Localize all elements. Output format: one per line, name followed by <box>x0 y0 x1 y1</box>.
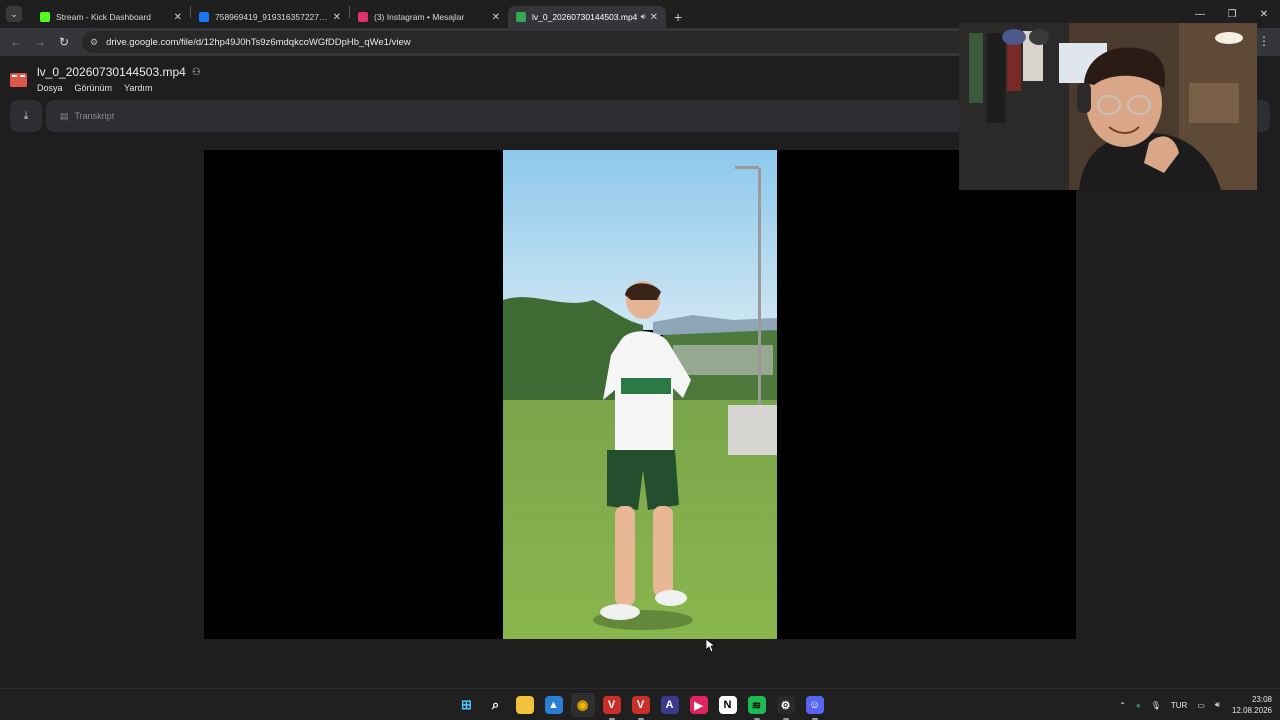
photos-icon[interactable]: ▲ <box>542 693 566 717</box>
network-icon[interactable]: ▭ <box>1197 701 1205 710</box>
webcam-overlay <box>959 23 1257 190</box>
volume-icon[interactable]: 🔊︎ <box>1215 700 1220 710</box>
url-text: drive.google.com/file/d/12hp49J0hTs9z6md… <box>106 36 411 48</box>
video-frame-image <box>503 150 777 639</box>
download-icon: ⤓ <box>23 109 29 122</box>
windows-start-icon-glyph: ⊞ <box>461 697 472 712</box>
instagram-icon <box>358 12 368 22</box>
menu-help[interactable]: Yardım <box>124 83 152 93</box>
new-tab-button[interactable]: + <box>674 9 682 25</box>
video-player[interactable] <box>204 150 1076 639</box>
system-tray: ⌃ ● 🎙︎ TUR ▭ 🔊︎ 23:08 12.08.2026 <box>1109 689 1272 720</box>
transcript-label: Transkript <box>74 111 115 121</box>
close-tab-icon[interactable]: ✕ <box>333 12 341 23</box>
reload-button[interactable]: ↻ <box>52 35 76 49</box>
viewer-menu-bar: Dosya Görünüm Yardım <box>37 83 201 93</box>
google-drive-icon <box>516 12 526 22</box>
shared-drive-icon[interactable]: ⚇ <box>192 67 201 78</box>
clock-time: 23:08 <box>1251 695 1272 704</box>
taskbar-apps: ⊞ ⌕ ▬ ▲ ◉ V V A ▶ N ≋ ⚙ ☺ <box>452 689 829 720</box>
microphone-icon[interactable]: 🎙︎ <box>1151 701 1161 710</box>
language-indicator[interactable]: TUR <box>1171 701 1187 710</box>
tab-title: 758969419_919316357227108 <box>215 12 329 22</box>
address-bar[interactable]: ⚙ drive.google.com/file/d/12hp49J0hTs9z6… <box>82 31 982 53</box>
windows-start-icon[interactable]: ⊞ <box>455 693 479 717</box>
browser-menu-button[interactable]: ⋮ <box>1258 34 1270 48</box>
search-icon[interactable]: ⌕ <box>484 693 508 717</box>
arc-app-icon[interactable]: A <box>658 693 682 717</box>
facebook-icon <box>199 12 209 22</box>
download-button[interactable]: ⤓ <box>10 100 42 132</box>
voicemeeter-banana-icon-glyph: V <box>631 696 650 714</box>
forward-button[interactable]: → <box>28 35 52 49</box>
transcript-icon: ▤ <box>60 110 69 121</box>
media-player-icon-glyph: ▶ <box>689 696 708 714</box>
steam-icon[interactable]: ⚙ <box>774 693 798 720</box>
chrome-icon-glyph: ◉ <box>576 697 589 712</box>
menu-file[interactable]: Dosya <box>37 83 63 93</box>
tab-4[interactable]: lv_0_20260730144503.mp4 🔊︎ ✕ <box>508 6 666 28</box>
video-file-icon <box>10 73 27 87</box>
close-tab-icon[interactable]: ✕ <box>650 12 658 23</box>
tab-2[interactable]: 758969419_919316357227108 ✕ <box>191 6 349 28</box>
file-header: lv_0_20260730144503.mp4 ⚇ Dosya Görünüm … <box>10 65 201 93</box>
discord-icon-glyph: ☺ <box>805 696 824 714</box>
spotify-icon-glyph: ≋ <box>747 696 766 714</box>
notion-icon[interactable]: N <box>716 693 740 717</box>
site-info-icon[interactable]: ⚙ <box>90 37 98 48</box>
tray-app-icon[interactable]: ● <box>1136 701 1141 710</box>
arc-app-icon-glyph: A <box>660 696 679 714</box>
voicemeeter-banana-icon[interactable]: V <box>629 693 653 720</box>
photos-icon-glyph: ▲ <box>544 696 563 714</box>
voicemeeter-icon[interactable]: V <box>600 693 624 720</box>
media-player-icon[interactable]: ▶ <box>687 693 711 717</box>
windows-taskbar: ⊞ ⌕ ▬ ▲ ◉ V V A ▶ N ≋ ⚙ ☺ ⌃ ● 🎙︎ TUR ▭ 🔊︎ 23:08 12.0… <box>0 688 1280 720</box>
file-explorer-icon-glyph: ▬ <box>515 696 534 714</box>
mouse-cursor <box>706 639 716 653</box>
tab-3[interactable]: (3) Instagram • Mesajlar ✕ <box>350 6 508 28</box>
tab-title: lv_0_20260730144503.mp4 <box>532 12 638 22</box>
chrome-icon[interactable]: ◉ <box>570 693 595 717</box>
tray-overflow-icon[interactable]: ⌃ <box>1119 701 1126 710</box>
tab-search-button[interactable]: ⌄ <box>6 6 22 22</box>
search-icon-glyph: ⌕ <box>491 697 500 712</box>
clock[interactable]: 23:08 12.08.2026 <box>1232 694 1272 716</box>
file-name: lv_0_20260730144503.mp4 <box>37 65 186 79</box>
clock-date: 12.08.2026 <box>1231 706 1272 715</box>
close-tab-icon[interactable]: ✕ <box>174 12 182 23</box>
spotify-icon[interactable]: ≋ <box>745 693 769 720</box>
notion-icon-glyph: N <box>718 696 737 714</box>
tab-title: Stream - Kick Dashboard <box>56 12 151 22</box>
tab-audio-icon[interactable]: 🔊︎ <box>641 12 646 22</box>
discord-icon[interactable]: ☺ <box>803 693 827 720</box>
tab-1[interactable]: Stream - Kick Dashboard ✕ <box>32 6 190 28</box>
kick-icon <box>40 12 50 22</box>
back-button[interactable]: ← <box>4 35 28 49</box>
screen: ⌄ Stream - Kick Dashboard ✕ 758969419_9193… <box>0 0 1280 720</box>
close-tab-icon[interactable]: ✕ <box>492 12 500 23</box>
menu-view[interactable]: Görünüm <box>75 83 113 93</box>
steam-icon-glyph: ⚙ <box>776 696 795 714</box>
file-meta: lv_0_20260730144503.mp4 ⚇ Dosya Görünüm … <box>37 65 201 93</box>
webcam-feed <box>959 23 1257 190</box>
tab-list: Stream - Kick Dashboard ✕ 758969419_919316… <box>32 0 666 28</box>
file-explorer-icon[interactable]: ▬ <box>513 693 537 717</box>
voicemeeter-icon-glyph: V <box>602 696 621 714</box>
tab-title: (3) Instagram • Mesajlar <box>374 12 465 22</box>
video-still <box>503 150 777 639</box>
